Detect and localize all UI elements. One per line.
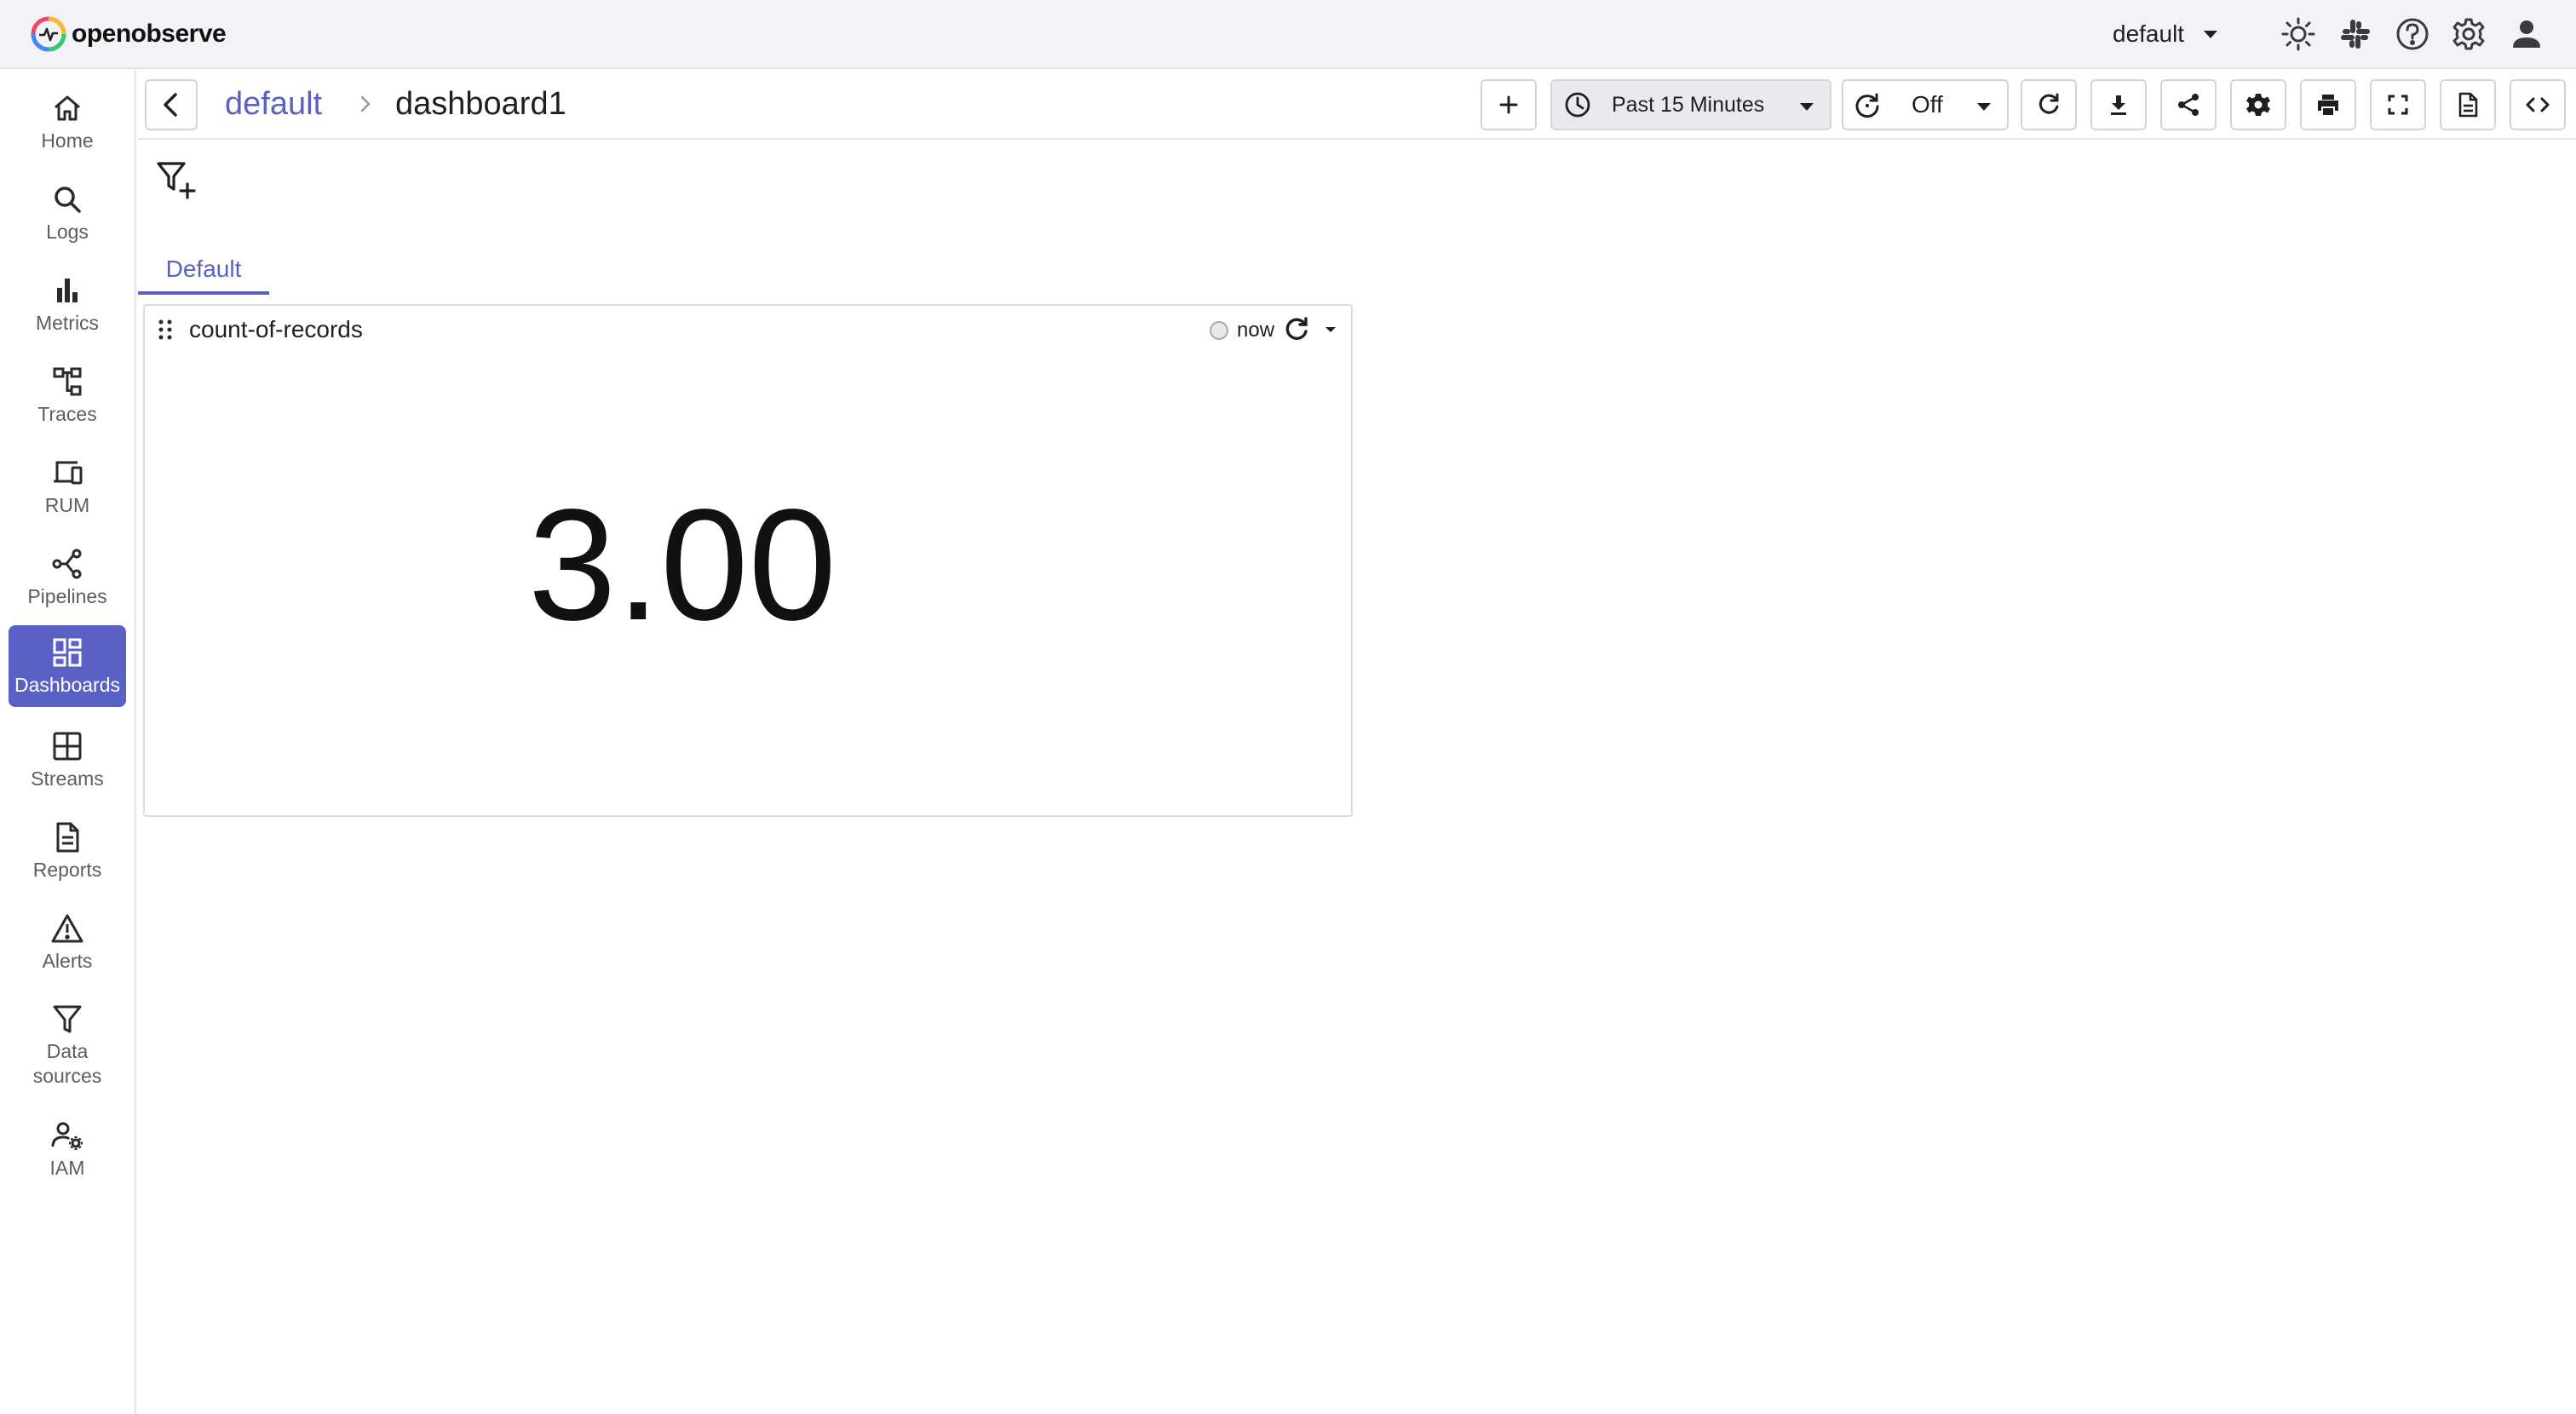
last-refreshed-indicator: now — [1210, 316, 1274, 345]
sidebar-label: Reports — [32, 858, 102, 881]
chevron-right-icon — [360, 95, 371, 112]
refresh-button[interactable] — [2021, 79, 2077, 130]
sidebar-item-streams[interactable]: Streams — [9, 719, 126, 801]
sidebar-item-rum[interactable]: RUM — [9, 445, 126, 527]
sidebar-label: Pipelines — [27, 584, 107, 607]
tab-label: Default — [165, 256, 242, 282]
sidebar-label: RUM — [44, 493, 90, 516]
tree-icon — [53, 367, 82, 395]
code-icon — [2526, 97, 2550, 112]
sidebar-label: Dashboards — [14, 673, 121, 696]
breadcrumb-dashboard: dashboard1 — [395, 86, 566, 122]
app-logo[interactable]: openobserve — [31, 15, 227, 53]
top-header: openobserve default — [0, 0, 2576, 69]
share-icon — [2178, 94, 2199, 116]
organization-select[interactable]: default — [2113, 14, 2220, 55]
panel-menu-caret-icon[interactable] — [1320, 319, 1341, 340]
sidebar-item-iam[interactable]: IAM — [9, 1108, 126, 1190]
print-icon — [2318, 95, 2338, 115]
user-menu-button[interactable] — [2508, 15, 2545, 53]
print-button[interactable] — [2300, 79, 2356, 130]
download-icon — [2111, 95, 2126, 115]
warning-icon — [51, 914, 83, 942]
dashboard-panel: count-of-records now 3.00 — [143, 304, 1353, 817]
share-button[interactable] — [2160, 79, 2217, 130]
time-range-picker[interactable]: Past 15 Minutes — [1550, 79, 1831, 130]
auto-refresh-label: Off — [1912, 91, 1943, 118]
sidebar-item-traces[interactable]: Traces — [9, 354, 126, 436]
gear-icon — [2246, 94, 2270, 116]
sidebar-item-alerts[interactable]: Alerts — [9, 901, 126, 983]
sidebar-label: Logs — [46, 220, 89, 243]
search-icon — [55, 186, 81, 213]
tab-default[interactable]: Default — [138, 247, 269, 295]
sidebar-item-reports[interactable]: Reports — [9, 810, 126, 892]
sidebar: Home Logs Metrics Traces RUM Pipelines D… — [0, 69, 136, 1414]
sidebar-label: Alerts — [42, 949, 93, 972]
sidebar-label: Data sources — [32, 1040, 102, 1087]
organization-label: default — [2113, 20, 2185, 47]
slack-button[interactable] — [2337, 15, 2374, 53]
user-icon — [2513, 20, 2540, 48]
code-view-button[interactable] — [2510, 79, 2566, 130]
plus-icon — [1499, 95, 1518, 114]
panel-title: count-of-records — [189, 316, 363, 342]
dashboard-settings-button[interactable] — [2230, 79, 2286, 130]
drag-handle-icon[interactable] — [157, 318, 174, 342]
bar-chart-icon — [57, 278, 78, 302]
variables-json-button[interactable] — [2440, 79, 2496, 130]
help-icon — [2396, 18, 2429, 50]
devices-icon — [54, 461, 83, 484]
sidebar-label: Streams — [31, 767, 104, 790]
theme-toggle-button[interactable] — [2280, 15, 2317, 53]
openobserve-logo-icon — [31, 16, 66, 52]
clock-icon — [1565, 92, 1590, 118]
back-button[interactable] — [145, 79, 198, 130]
fullscreen-icon — [2388, 95, 2408, 115]
caret-down-icon — [1800, 103, 1814, 111]
panel-refresh-icon[interactable] — [1281, 314, 1312, 345]
pipeline-icon — [52, 549, 82, 578]
document-icon — [2458, 92, 2478, 118]
sun-icon — [2281, 17, 2315, 51]
sidebar-label: IAM — [49, 1156, 85, 1179]
settings-button[interactable] — [2450, 15, 2487, 53]
auto-refresh-select[interactable]: Off — [1842, 79, 2009, 130]
brand-name: openobserve — [72, 20, 227, 48]
help-button[interactable] — [2394, 15, 2431, 53]
fullscreen-button[interactable] — [2370, 79, 2426, 130]
sidebar-item-logs[interactable]: Logs — [9, 172, 126, 254]
home-icon — [55, 95, 80, 120]
caret-down-icon — [1977, 103, 1991, 111]
user-gear-icon — [51, 1122, 83, 1150]
metric-value: 3.00 — [527, 477, 837, 653]
sidebar-item-pipelines[interactable]: Pipelines — [9, 537, 126, 618]
grid-icon — [53, 732, 82, 760]
sidebar-item-dashboards[interactable]: Dashboards — [9, 625, 126, 707]
sidebar-label: Home — [41, 129, 94, 152]
sidebar-item-data-sources[interactable]: Data sources — [9, 996, 126, 1095]
document-icon — [56, 822, 79, 852]
refresh-interval-icon — [1855, 93, 1879, 118]
status-dot-icon — [1210, 321, 1228, 340]
sidebar-label: Traces — [37, 402, 97, 425]
slack-icon — [2341, 20, 2370, 49]
caret-down-icon — [2204, 31, 2218, 38]
add-panel-button[interactable] — [1481, 79, 1537, 130]
gear-icon — [2452, 18, 2485, 50]
dashboard-toolbar: default dashboard1 Past 15 Minutes Off — [138, 69, 2576, 140]
sidebar-item-home[interactable]: Home — [9, 81, 126, 163]
time-range-label: Past 15 Minutes — [1612, 92, 1765, 117]
add-filter-icon[interactable] — [155, 158, 198, 201]
sidebar-label: Metrics — [35, 311, 100, 334]
chevron-left-icon — [164, 93, 177, 117]
download-button[interactable] — [2090, 79, 2147, 130]
refresh-icon — [2038, 93, 2059, 114]
last-refreshed-text: now — [1237, 319, 1275, 342]
breadcrumb-folder[interactable]: default — [225, 81, 322, 127]
filter-icon — [53, 1005, 82, 1033]
sidebar-item-metrics[interactable]: Metrics — [9, 263, 126, 345]
dashboard-icon — [53, 638, 82, 666]
